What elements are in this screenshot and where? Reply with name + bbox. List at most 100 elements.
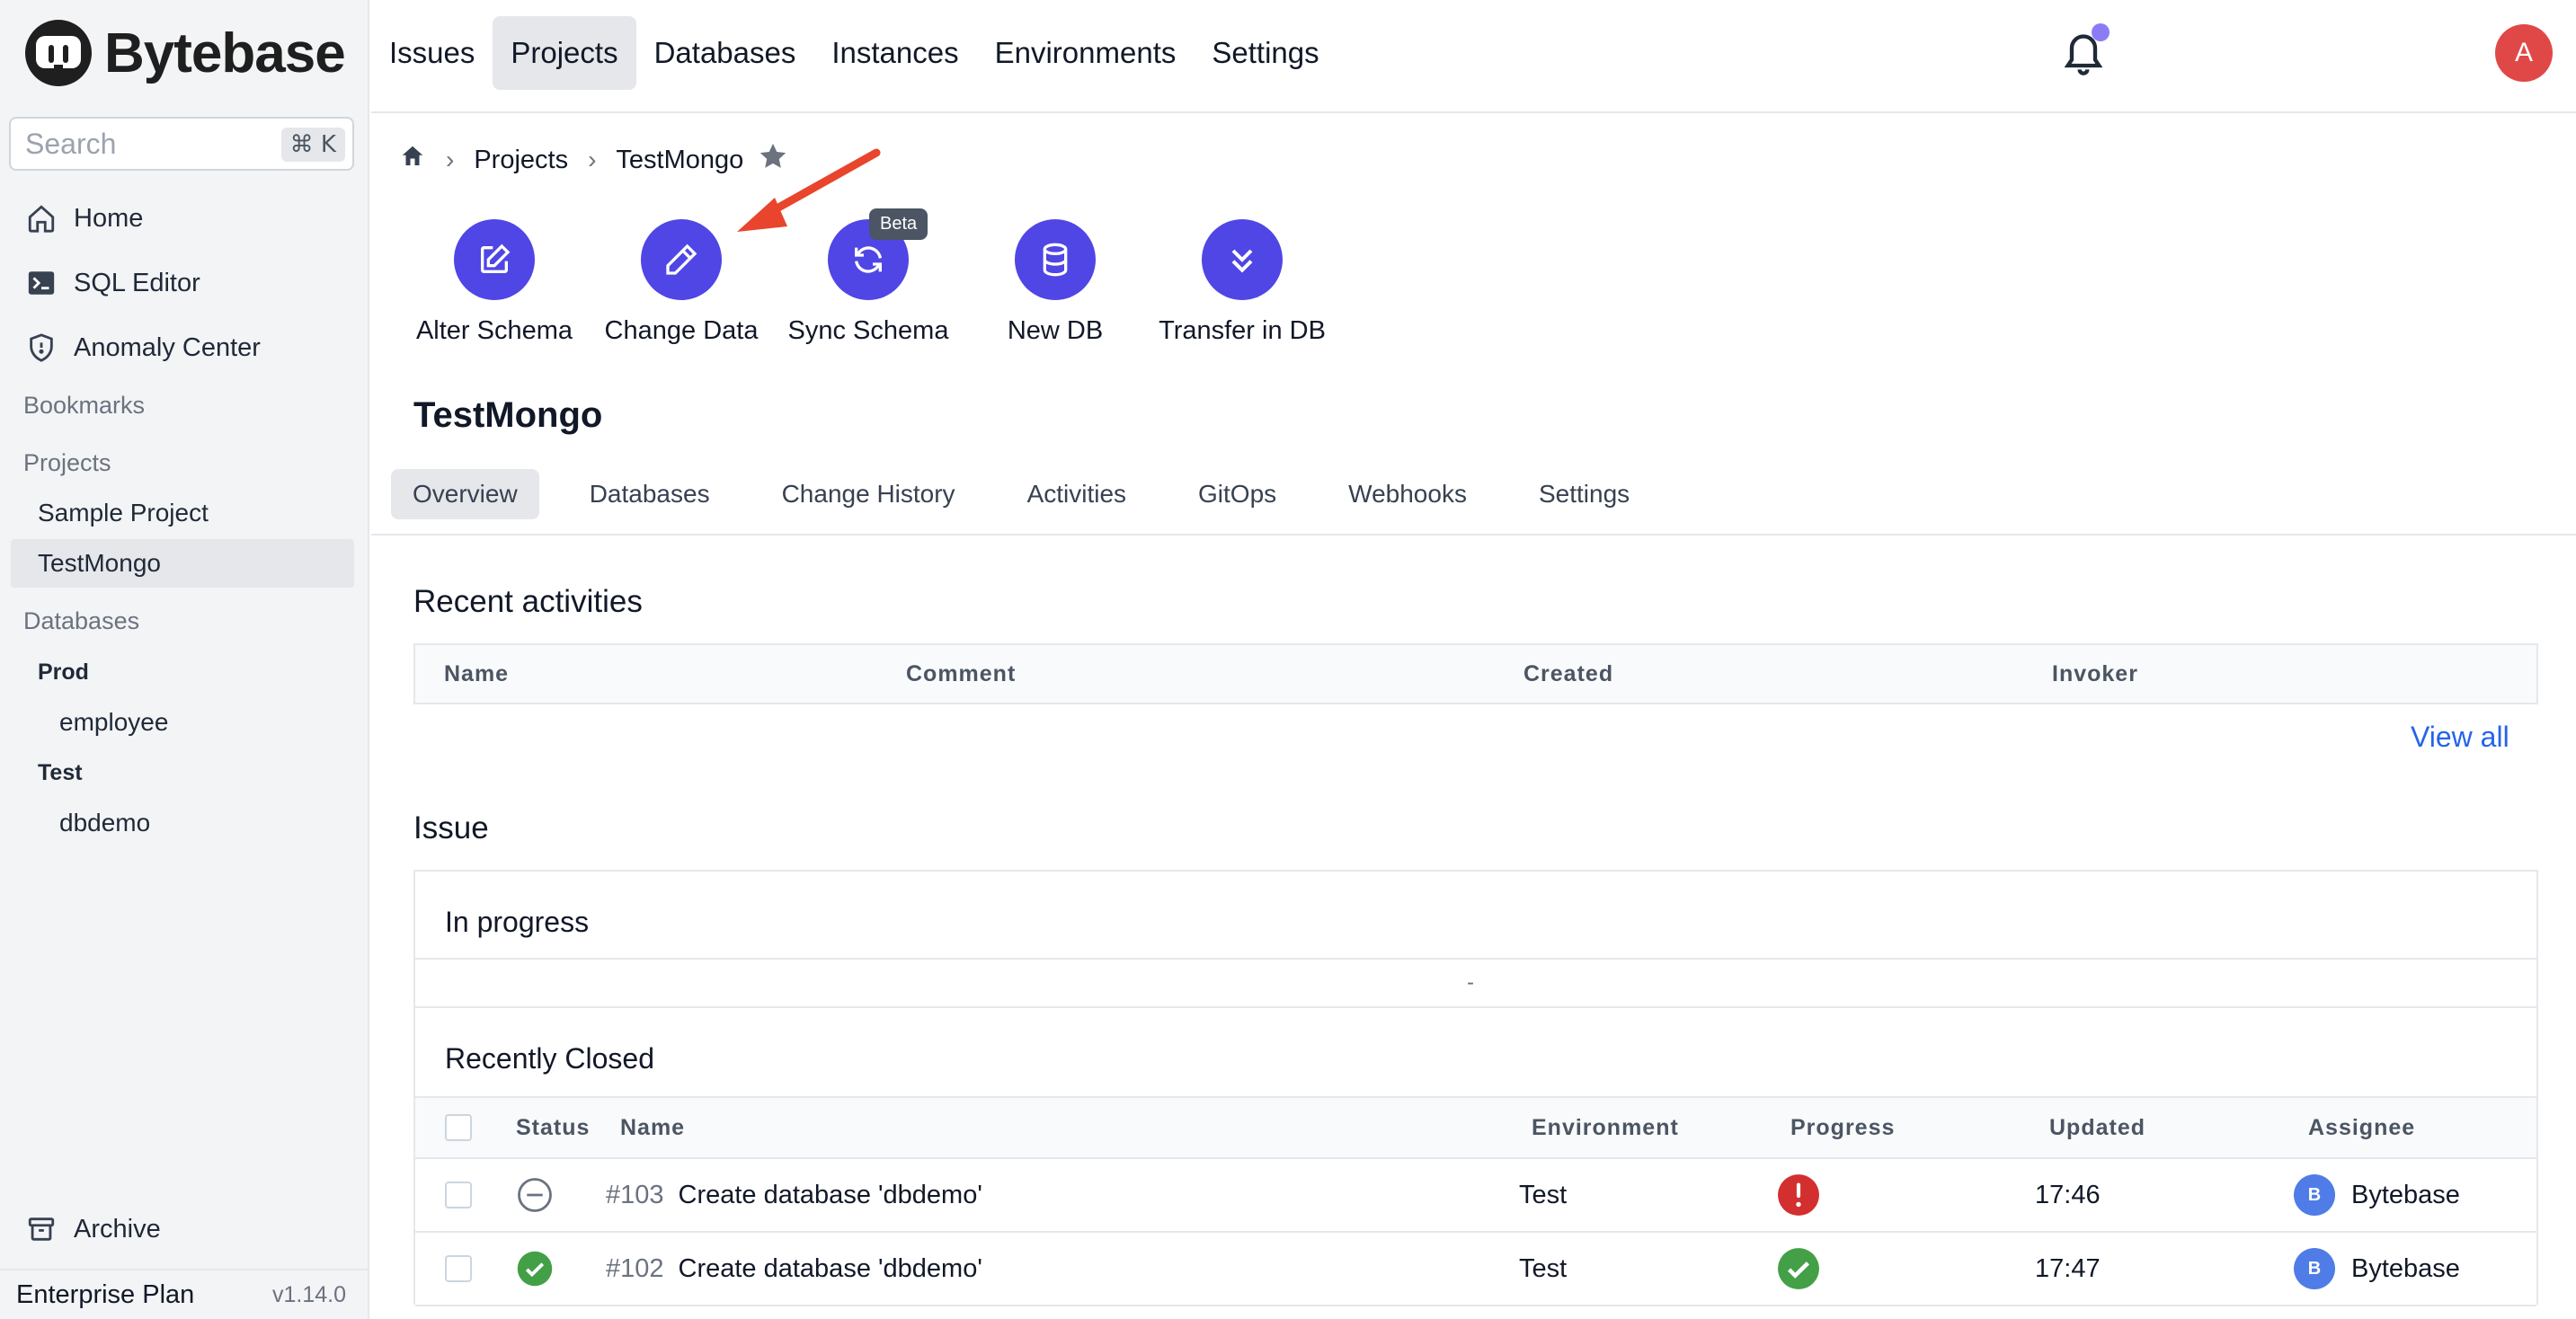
sidebar-project-sample-project[interactable]: Sample Project bbox=[11, 489, 354, 537]
tab-overview[interactable]: Overview bbox=[391, 469, 539, 519]
top-nav-projects[interactable]: Projects bbox=[493, 16, 636, 90]
sidebar-item-anomaly-center[interactable]: Anomaly Center bbox=[23, 325, 261, 370]
top-nav-instances[interactable]: Instances bbox=[813, 16, 976, 90]
progress-error-icon bbox=[1776, 1159, 1821, 1231]
top-nav: Issues Projects Databases Instances Envi… bbox=[371, 16, 1337, 90]
top-header: Issues Projects Databases Instances Envi… bbox=[371, 0, 2576, 113]
plan-bar: Enterprise Plan v1.14.0 bbox=[0, 1269, 369, 1319]
tab-activities[interactable]: Activities bbox=[1006, 469, 1148, 519]
new-db-button[interactable]: New DB bbox=[956, 219, 1154, 346]
transfer-in-db-button[interactable]: Transfer in DB bbox=[1143, 219, 1341, 346]
select-all-checkbox[interactable] bbox=[445, 1114, 472, 1141]
edit-square-icon bbox=[454, 219, 535, 300]
tab-change-history[interactable]: Change History bbox=[760, 469, 977, 519]
assignee-name: Bytebase bbox=[2351, 1253, 2460, 1283]
sidebar-project-testmongo[interactable]: TestMongo bbox=[11, 539, 354, 588]
top-nav-databases[interactable]: Databases bbox=[636, 16, 814, 90]
search-box[interactable]: ⌘ K bbox=[9, 117, 354, 171]
quick-action-label: Sync Schema bbox=[787, 316, 949, 345]
databases-label[interactable]: Databases bbox=[23, 607, 139, 635]
shield-icon bbox=[23, 330, 59, 366]
issue-name[interactable]: #103 Create database 'dbdemo' bbox=[606, 1159, 982, 1231]
breadcrumb-current: TestMongo bbox=[616, 145, 744, 174]
issue-name[interactable]: #102 Create database 'dbdemo' bbox=[606, 1233, 982, 1305]
table-row[interactable]: #103 Create database 'dbdemo' Test 17:46… bbox=[415, 1159, 2536, 1233]
recent-activities-title: Recent activities bbox=[413, 584, 643, 619]
sidebar-db-employee[interactable]: employee bbox=[59, 708, 168, 737]
issue-environment: Test bbox=[1519, 1180, 1568, 1209]
issue-title-text: Create database 'dbdemo' bbox=[678, 1253, 982, 1283]
home-icon[interactable] bbox=[399, 143, 426, 177]
issue-panel: In progress - Recently Closed Status Nam… bbox=[413, 870, 2538, 1306]
tab-settings[interactable]: Settings bbox=[1517, 469, 1651, 519]
recently-closed-title: Recently Closed bbox=[445, 1042, 654, 1075]
breadcrumb-projects[interactable]: Projects bbox=[474, 146, 568, 175]
quick-action-label: Alter Schema bbox=[415, 316, 573, 345]
plan-name[interactable]: Enterprise Plan bbox=[16, 1280, 194, 1310]
page-title: TestMongo bbox=[413, 395, 603, 435]
projects-label[interactable]: Projects bbox=[23, 449, 111, 477]
pencil-icon bbox=[641, 219, 722, 300]
quick-action-label: Transfer in DB bbox=[1159, 316, 1326, 345]
archive-label: Archive bbox=[74, 1214, 161, 1244]
tab-gitops[interactable]: GitOps bbox=[1177, 469, 1298, 519]
notification-dot bbox=[2092, 23, 2110, 41]
tab-databases[interactable]: Databases bbox=[568, 469, 732, 519]
column-header-updated: Updated bbox=[2049, 1114, 2145, 1140]
app-version: v1.14.0 bbox=[271, 1281, 346, 1307]
top-nav-environments[interactable]: Environments bbox=[977, 16, 1195, 90]
sidebar-item-label: SQL Editor bbox=[74, 268, 200, 297]
quick-action-label: Change Data bbox=[604, 316, 759, 345]
issue-id: #103 bbox=[606, 1180, 664, 1209]
issue-updated: 17:47 bbox=[2035, 1253, 2101, 1283]
quick-action-label: New DB bbox=[1007, 316, 1104, 345]
user-avatar[interactable]: A bbox=[2495, 24, 2553, 82]
tabs-divider bbox=[371, 534, 2576, 536]
column-header-status: Status bbox=[516, 1114, 591, 1140]
issue-title: Issue bbox=[413, 810, 489, 845]
row-checkbox[interactable] bbox=[445, 1182, 472, 1208]
search-shortcut: ⌘ K bbox=[280, 128, 345, 162]
column-header-progress: Progress bbox=[1790, 1114, 1896, 1140]
database-icon bbox=[1015, 219, 1096, 300]
assignee-avatar: B bbox=[2294, 1174, 2335, 1216]
column-header-name: Name bbox=[444, 660, 510, 686]
chevron-right-icon: › bbox=[446, 146, 455, 173]
env-label-prod: Prod bbox=[38, 660, 89, 685]
row-checkbox[interactable] bbox=[445, 1255, 472, 1282]
env-label-test: Test bbox=[38, 760, 83, 785]
bytebase-logo-icon bbox=[25, 20, 92, 86]
sidebar-item-home[interactable]: Home bbox=[23, 196, 143, 241]
alter-schema-button[interactable]: Alter Schema bbox=[395, 219, 593, 346]
column-header-created: Created bbox=[1523, 660, 1614, 686]
search-input[interactable] bbox=[25, 127, 277, 161]
top-nav-issues[interactable]: Issues bbox=[371, 16, 493, 90]
sidebar-item-sql-editor[interactable]: SQL Editor bbox=[23, 261, 200, 305]
logo-text: Bytebase bbox=[104, 22, 346, 84]
tab-webhooks[interactable]: Webhooks bbox=[1327, 469, 1488, 519]
column-header-invoker: Invoker bbox=[2052, 660, 2138, 686]
in-progress-title: In progress bbox=[445, 906, 590, 938]
column-header-comment: Comment bbox=[906, 660, 1017, 686]
column-header-name: Name bbox=[620, 1114, 686, 1140]
in-progress-empty: - bbox=[1467, 970, 1474, 995]
logo[interactable]: Bytebase bbox=[23, 18, 346, 88]
top-nav-settings[interactable]: Settings bbox=[1194, 16, 1337, 90]
archive-icon bbox=[23, 1211, 59, 1247]
sidebar-db-dbdemo[interactable]: dbdemo bbox=[59, 809, 150, 837]
view-all-link[interactable]: View all bbox=[2411, 721, 2509, 754]
issue-id: #102 bbox=[606, 1253, 664, 1283]
issue-assignee[interactable]: B Bytebase bbox=[2294, 1233, 2460, 1305]
sidebar-item-archive[interactable]: Archive bbox=[23, 1207, 161, 1252]
sidebar-item-label: Home bbox=[74, 203, 144, 233]
table-row[interactable]: #102 Create database 'dbdemo' Test 17:47… bbox=[415, 1233, 2536, 1306]
progress-done-icon bbox=[1776, 1233, 1821, 1305]
chevron-right-icon: › bbox=[588, 146, 597, 173]
issue-assignee[interactable]: B Bytebase bbox=[2294, 1159, 2460, 1231]
issue-environment: Test bbox=[1519, 1253, 1568, 1283]
bookmarks-label[interactable]: Bookmarks bbox=[23, 392, 145, 420]
issue-updated: 17:46 bbox=[2035, 1180, 2101, 1209]
sidebar-item-label: Anomaly Center bbox=[74, 332, 261, 362]
sidebar: Bytebase ⌘ K Home SQL Editor Anomaly Cen… bbox=[0, 0, 369, 1319]
chevrons-down-icon bbox=[1202, 219, 1283, 300]
